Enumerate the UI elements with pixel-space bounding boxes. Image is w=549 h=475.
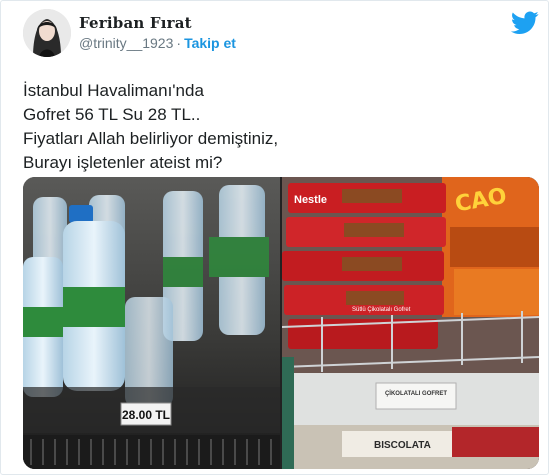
- author-name[interactable]: Feriban Fırat: [79, 14, 192, 32]
- author-handle[interactable]: @trinity__1923: [79, 35, 173, 51]
- tweet-line: Fiyatları Allah belirliyor demiştiniz,: [23, 129, 279, 148]
- product-label: Sütlü Çikolatalı Gofret: [352, 307, 411, 313]
- tweet-line: Gofret 56 TL Su 28 TL..: [23, 105, 201, 124]
- price-tag: 28.00 TL: [122, 408, 170, 422]
- tweet-media[interactable]: 28.00 TL CAO Nestle Sütlü Çikolatalı Gof…: [23, 177, 539, 469]
- shelf-label: ÇİKOLATALI GOFRET: [385, 390, 447, 397]
- tweet-text: İstanbul Havalimanı'nda Gofret 56 TL Su …: [23, 79, 523, 175]
- follow-button[interactable]: Takip et: [184, 35, 236, 51]
- photo-wafer-shelf[interactable]: CAO Nestle Sütlü Çikolatalı Gofret ÇİKOL…: [282, 177, 539, 469]
- brand-label: Nestle: [294, 194, 327, 206]
- avatar[interactable]: [23, 9, 71, 57]
- tweet-line: Burayı işletenler ateist mi?: [23, 153, 223, 172]
- box-label: BISCOLATA: [374, 440, 431, 451]
- tweet-line: İstanbul Havalimanı'nda: [23, 81, 204, 100]
- tweet-card: Feriban Fırat @trinity__1923 · Takip et İs…: [0, 0, 549, 475]
- photo-water-bottles[interactable]: 28.00 TL: [23, 177, 280, 469]
- meta-separator: ·: [176, 35, 182, 51]
- twitter-bird-icon[interactable]: [511, 11, 539, 35]
- author-meta: @trinity__1923 · Takip et: [79, 35, 236, 51]
